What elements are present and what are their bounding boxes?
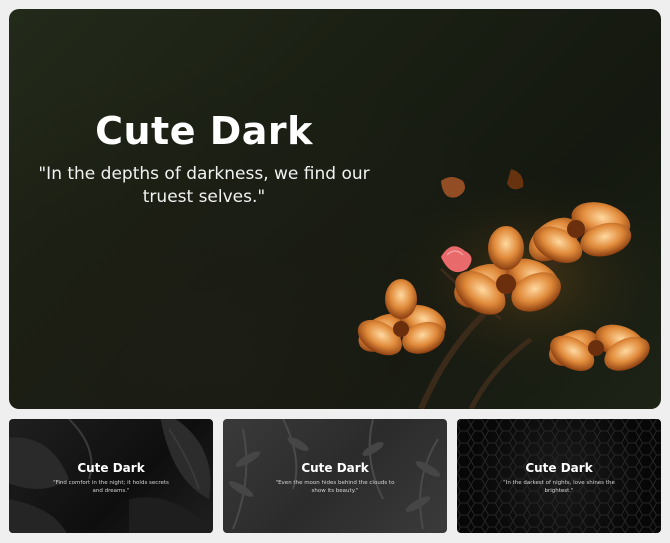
thumbnail-title: Cute Dark [525,461,593,475]
thumbnail-quote: "Even the moon hides behind the clouds t… [275,480,395,494]
flower-illustration [357,169,661,409]
slide-title: Cute Dark [95,109,313,153]
thumbnail-title: Cute Dark [301,461,369,475]
thumbnail-quote: "In the darkest of nights, love shines t… [503,480,615,494]
leaves-background [9,419,213,533]
thumbnail-title: Cute Dark [77,461,145,475]
thumbnail-slide-2[interactable]: Cute Dark "Even the moon hides behind th… [223,419,447,533]
main-slide: Cute Dark "In the depths of darkness, we… [9,9,661,409]
hexagon-background [457,419,661,533]
fern-background [228,419,441,530]
thumbnail-slide-3[interactable]: Cute Dark "In the darkest of nights, lov… [457,419,661,533]
thumbnail-slide-1[interactable]: Cute Dark "Find comfort in the night; it… [9,419,213,533]
thumbnail-quote: "Find comfort in the night; it holds sec… [53,480,169,494]
